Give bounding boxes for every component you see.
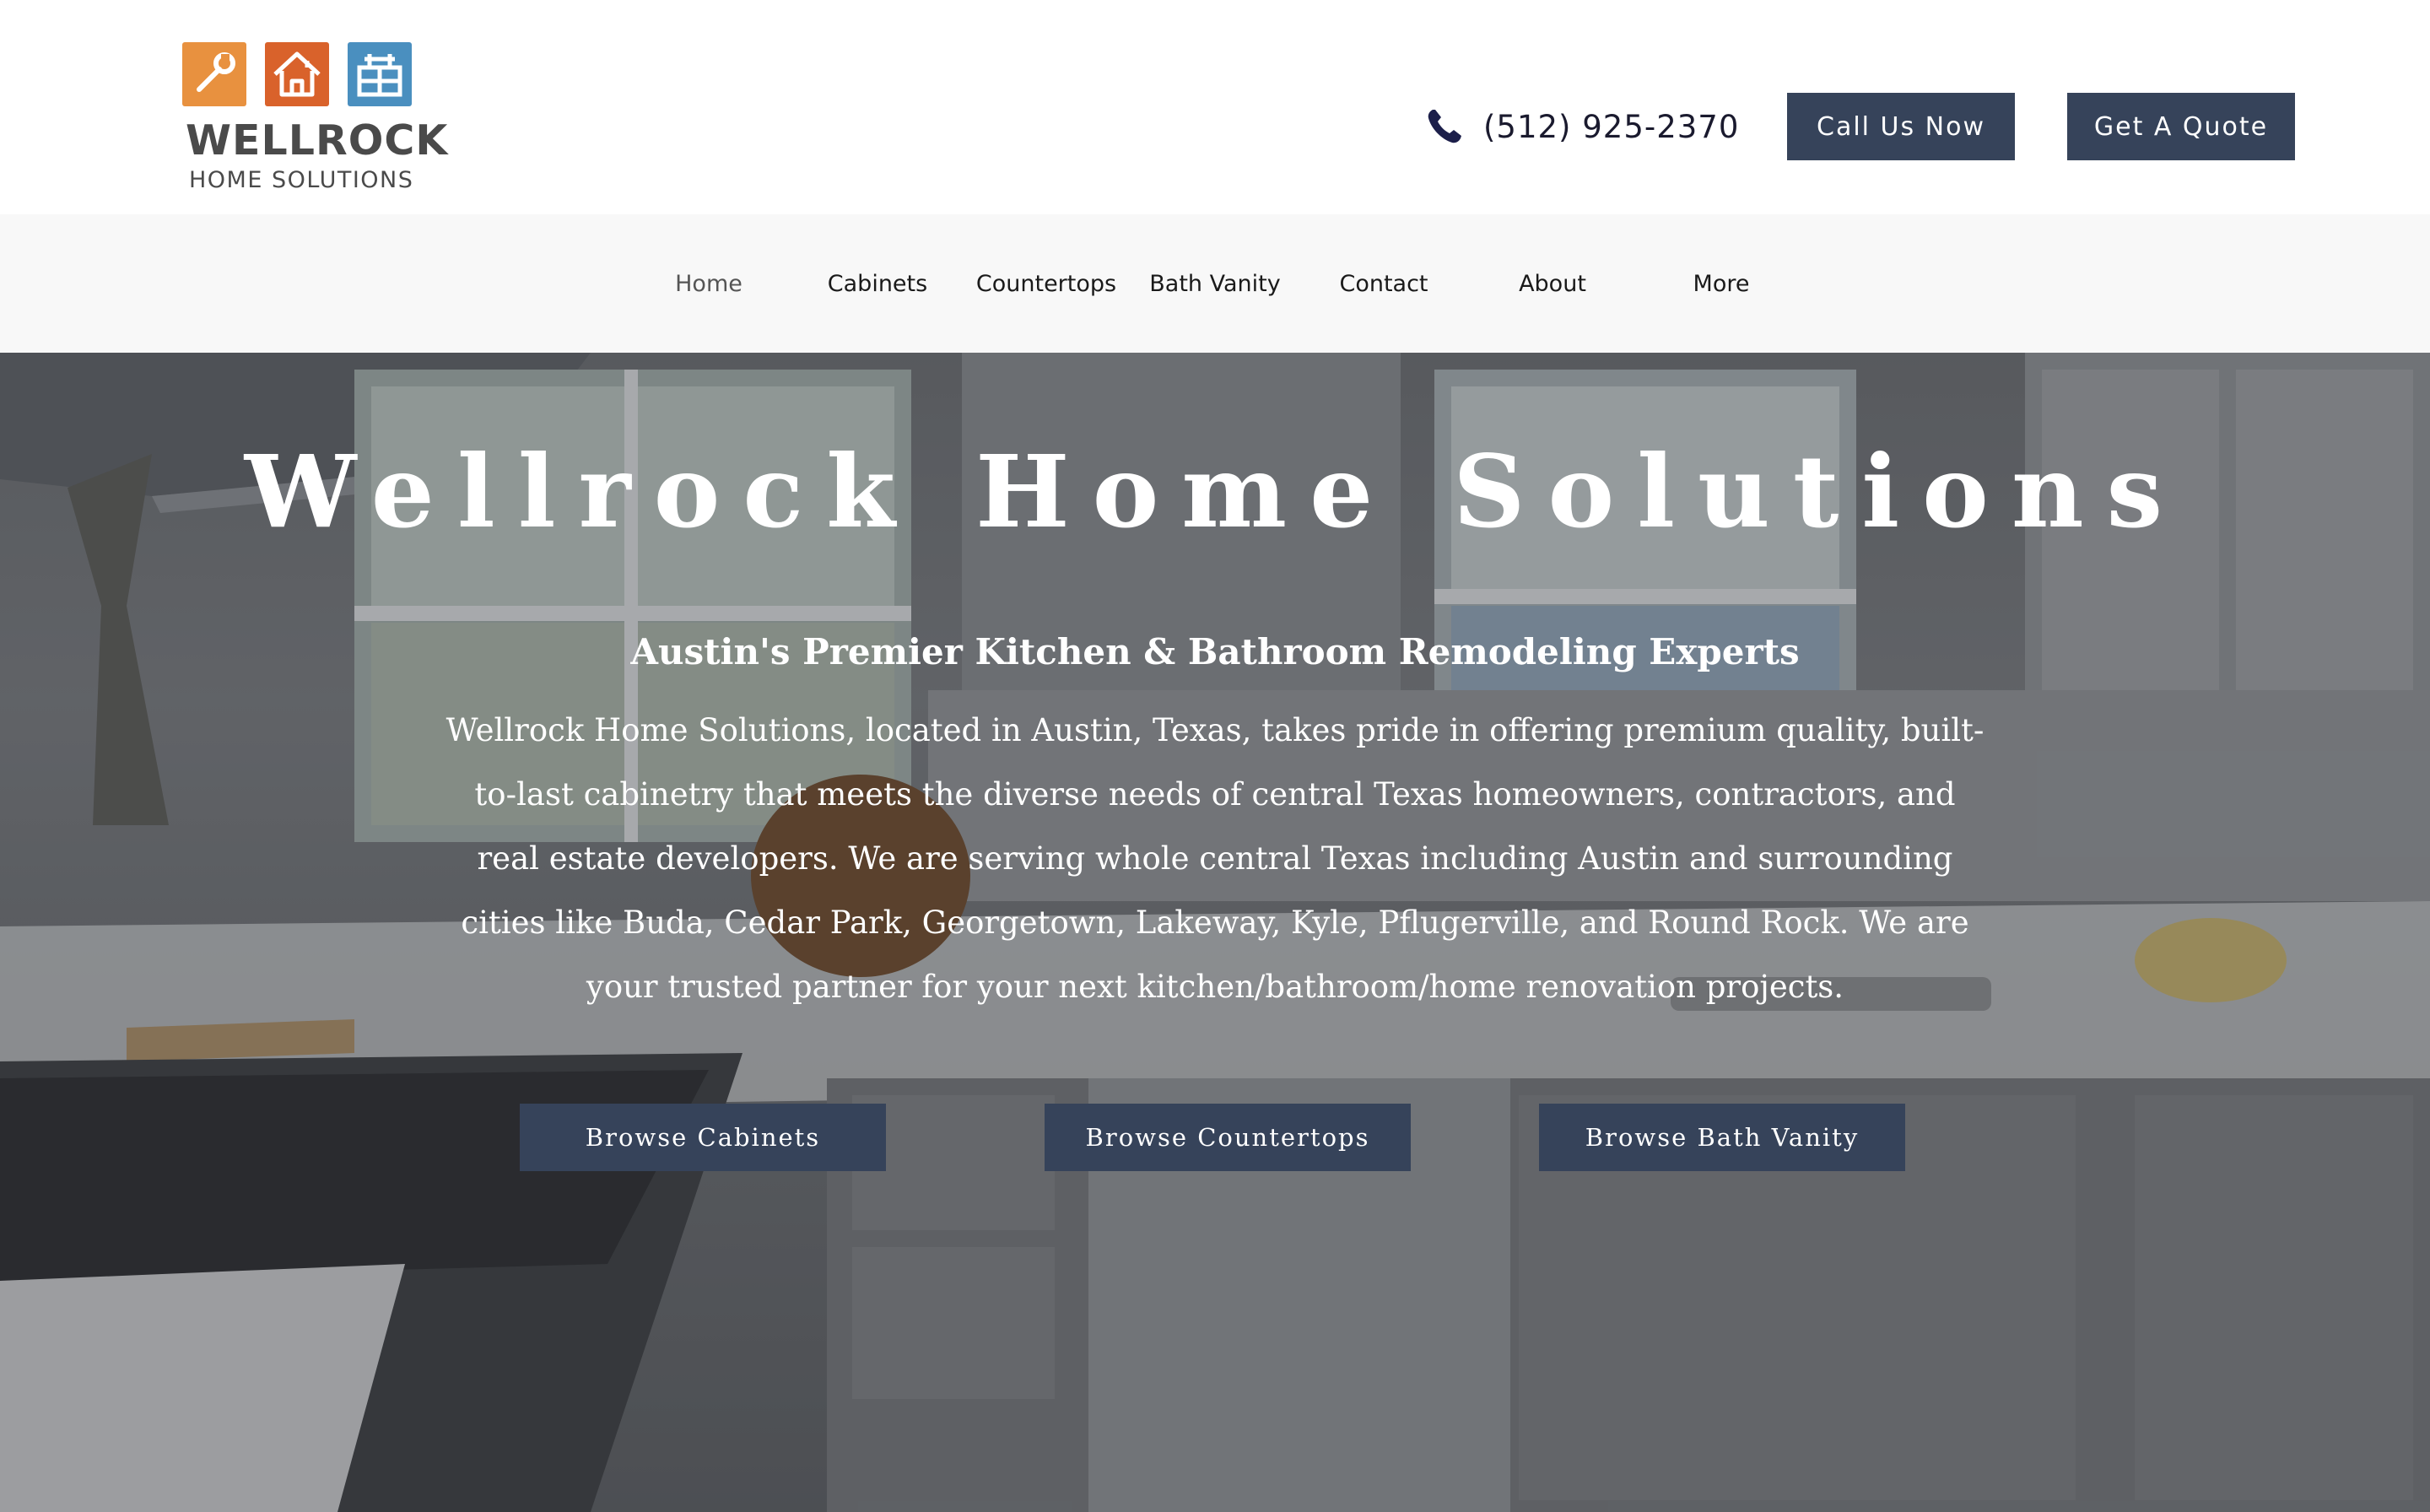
wrench-icon — [182, 42, 246, 106]
hero-description: Wellrock Home Solutions, located in Aust… — [446, 712, 1984, 1005]
nav-item-countertops[interactable]: Countertops — [962, 214, 1131, 353]
phone-number[interactable]: (512) 925-2370 — [1483, 109, 1739, 145]
logo-tagline: HOME SOLUTIONS — [189, 167, 414, 193]
site-header: WELLROCK HOME SOLUTIONS (512) 925-2370 C… — [0, 0, 2430, 214]
main-nav: Home Cabinets Countertops Bath Vanity Co… — [0, 214, 2430, 353]
site-logo[interactable]: WELLROCK HOME SOLUTIONS — [182, 42, 447, 202]
hero-section: Wellrock Home Solutions Austin's Premier… — [0, 353, 2430, 1512]
nav-item-about[interactable]: About — [1468, 214, 1637, 353]
phone-icon — [1428, 110, 1461, 143]
browse-cabinets-button[interactable]: Browse Cabinets — [520, 1104, 886, 1171]
logo-wordmark: WELLROCK — [186, 116, 449, 165]
hero-subtitle: Austin's Premier Kitchen & Bathroom Remo… — [630, 631, 1800, 672]
nav-item-home[interactable]: Home — [624, 214, 793, 353]
nav-item-contact[interactable]: Contact — [1299, 214, 1468, 353]
hero-title: Wellrock Home Solutions — [244, 433, 2186, 550]
logo-icons — [182, 42, 414, 106]
house-icon — [265, 42, 329, 106]
nav-item-bath-vanity[interactable]: Bath Vanity — [1131, 214, 1299, 353]
browse-bath-vanity-button[interactable]: Browse Bath Vanity — [1539, 1104, 1905, 1171]
nav-item-more[interactable]: More — [1637, 214, 1806, 353]
gate-icon — [348, 42, 412, 106]
phone-contact[interactable]: (512) 925-2370 — [1424, 101, 1739, 152]
browse-countertops-button[interactable]: Browse Countertops — [1045, 1104, 1411, 1171]
nav-item-cabinets[interactable]: Cabinets — [793, 214, 962, 353]
call-us-now-button[interactable]: Call Us Now — [1787, 93, 2015, 160]
get-a-quote-button[interactable]: Get A Quote — [2067, 93, 2295, 160]
